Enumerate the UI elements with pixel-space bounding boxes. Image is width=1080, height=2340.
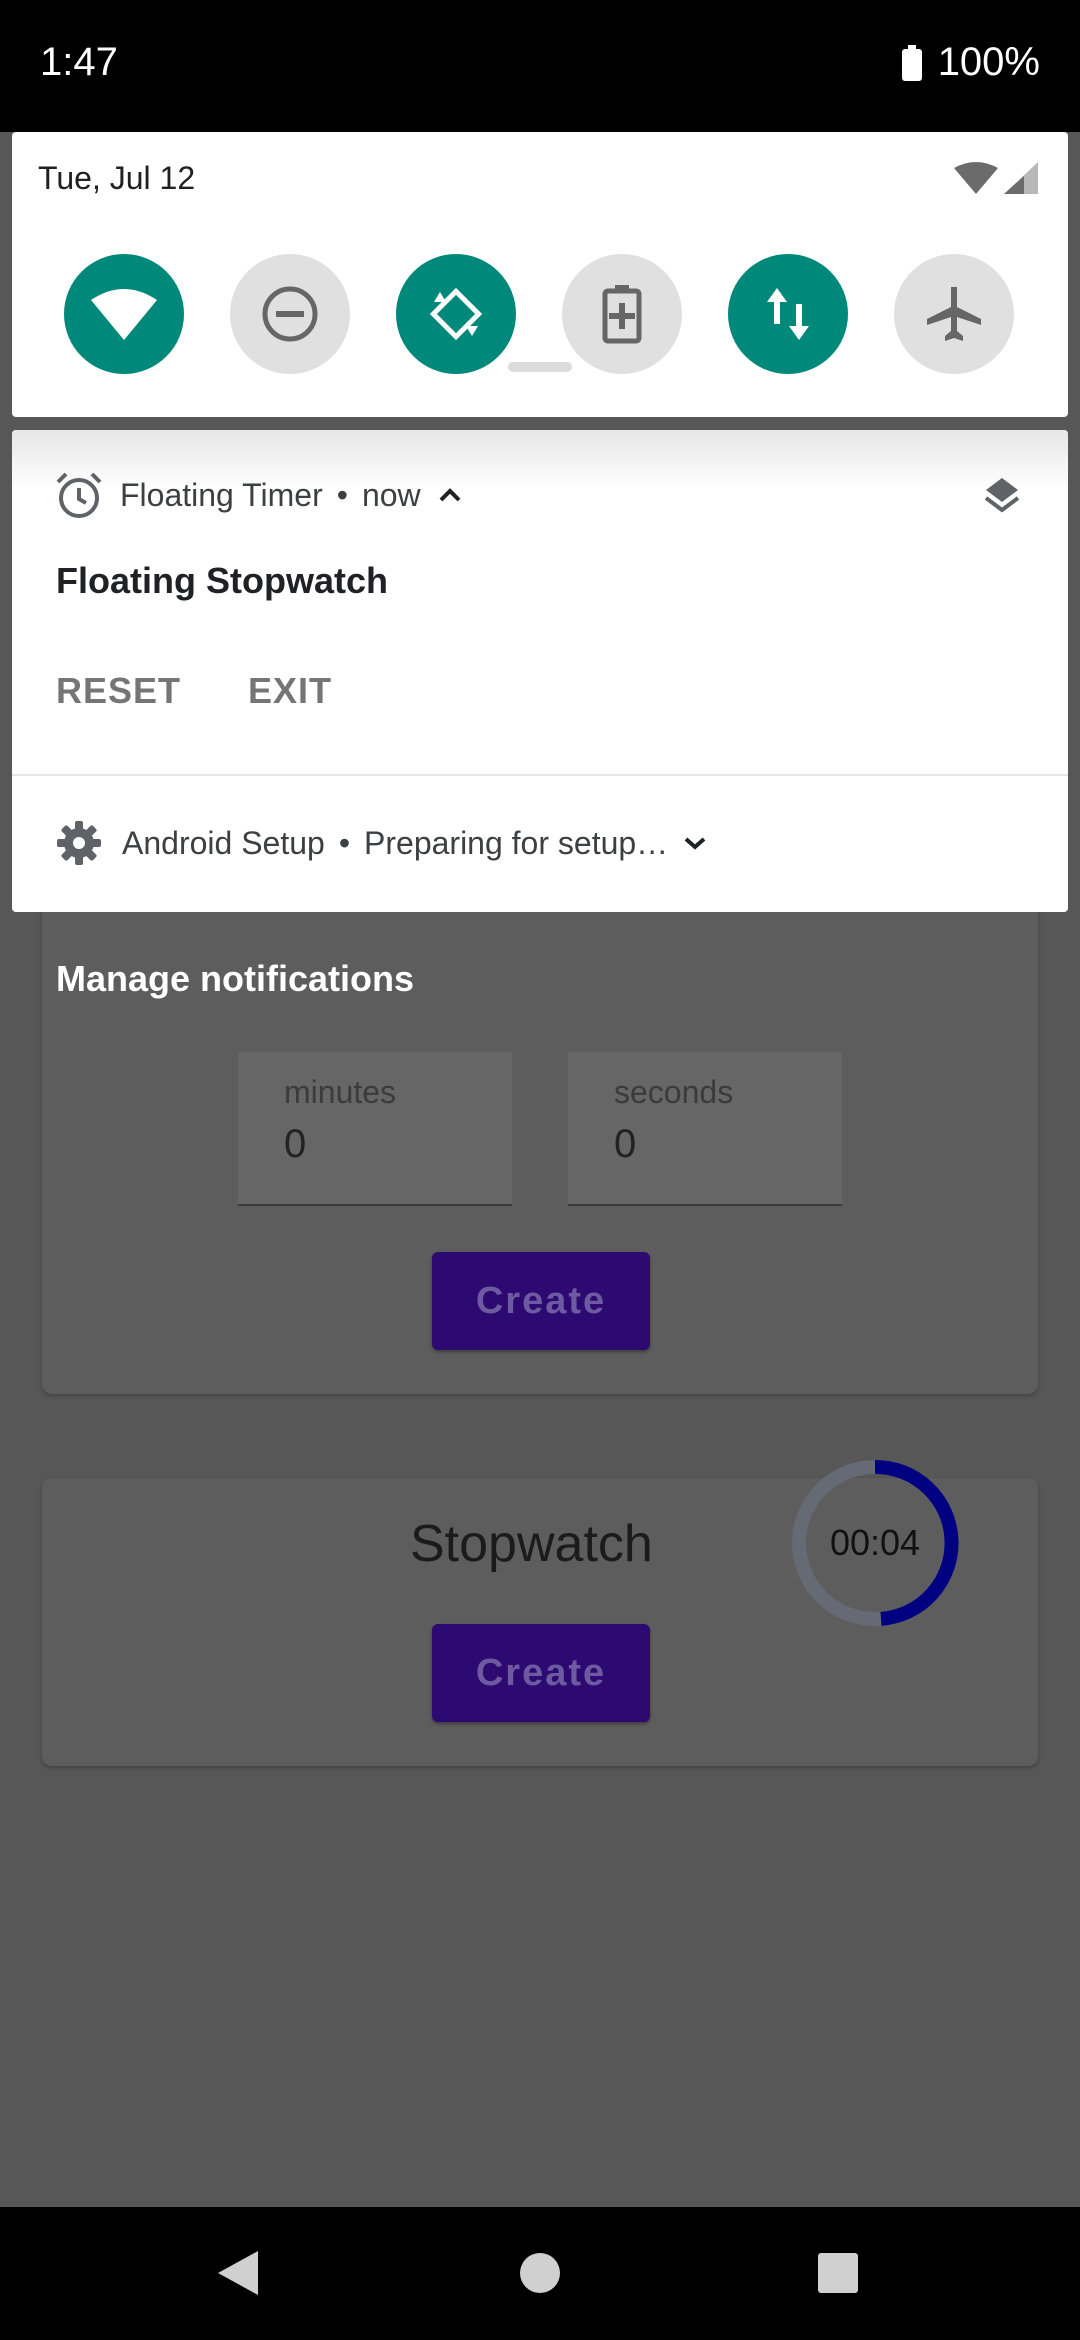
battery-saver-tile[interactable] — [562, 254, 682, 374]
home-button[interactable] — [510, 2243, 570, 2303]
alarm-clock-icon — [56, 472, 102, 518]
timer-notification-title: Floating Stopwatch — [56, 560, 388, 601]
stopwatch-create-button[interactable]: Create — [432, 1624, 650, 1722]
battery-icon — [901, 44, 922, 81]
setup-app-name: Android Setup — [122, 824, 325, 861]
qs-drag-handle[interactable] — [508, 362, 572, 372]
timer-card: minutes 0 seconds 0 Create — [42, 832, 1038, 1394]
quick-settings-panel: Tue, Jul 12 — [12, 132, 1068, 417]
gear-icon — [57, 821, 101, 865]
home-icon — [520, 2253, 560, 2293]
timer-create-button[interactable]: Create — [432, 1252, 650, 1350]
back-icon — [218, 2251, 258, 2295]
auto-rotate-icon — [429, 287, 483, 341]
dnd-tile[interactable] — [230, 254, 350, 374]
status-time: 1:47 — [40, 40, 118, 84]
stopwatch-title: Stopwatch — [410, 1515, 653, 1573]
quick-settings-tiles — [12, 254, 1068, 376]
minutes-label: minutes — [284, 1074, 397, 1110]
setup-notification-text: Preparing for setup… — [364, 824, 669, 861]
timer-notification-header[interactable]: Floating Timer • now — [54, 470, 465, 520]
battery-saver-icon — [602, 285, 642, 344]
wifi-signal-icon — [954, 162, 1038, 194]
seconds-value: 0 — [614, 1122, 637, 1166]
setup-notification[interactable]: Android Setup • Preparing for setup… — [56, 820, 708, 866]
recents-button[interactable] — [808, 2243, 868, 2303]
status-bar: 1:47 100% — [0, 0, 1080, 132]
navigation-bar — [0, 2207, 1080, 2340]
notification-card: Floating Timer • now Floating Stopwatch … — [12, 430, 1068, 912]
chevron-down-icon[interactable] — [682, 834, 708, 852]
manage-notifications-button[interactable]: Manage notifications — [56, 958, 414, 1000]
layers-icon[interactable] — [982, 474, 1022, 514]
wifi-tile[interactable] — [64, 254, 184, 374]
data-transfer-icon — [767, 288, 809, 340]
signal-icons — [954, 162, 1040, 203]
status-right: 100% — [901, 40, 1040, 85]
stopwatch-card: Stopwatch 00:04 Create — [42, 1459, 1038, 1766]
seconds-field[interactable]: seconds 0 — [568, 1052, 842, 1206]
auto-rotate-tile[interactable] — [396, 254, 516, 374]
minutes-value: 0 — [284, 1122, 307, 1166]
exit-action-button[interactable]: EXIT — [248, 670, 332, 712]
battery-percent: 100% — [937, 40, 1040, 84]
recents-icon — [818, 2253, 858, 2293]
airplane-icon — [927, 287, 981, 341]
minutes-field[interactable]: minutes 0 — [238, 1052, 512, 1206]
notification-divider — [12, 774, 1068, 776]
timer-app-name: Floating Timer — [120, 476, 323, 513]
qs-date[interactable]: Tue, Jul 12 — [38, 160, 195, 197]
airplane-mode-tile[interactable] — [894, 254, 1014, 374]
chevron-up-icon[interactable] — [435, 485, 465, 505]
wifi-icon — [91, 289, 157, 340]
reset-action-button[interactable]: RESET — [56, 670, 181, 712]
do-not-disturb-icon — [262, 286, 318, 342]
seconds-label: seconds — [614, 1074, 734, 1110]
timer-notification-time: now — [361, 476, 421, 513]
back-button[interactable] — [208, 2243, 268, 2303]
stopwatch-elapsed: 00:04 — [829, 1522, 921, 1563]
mobile-data-tile[interactable] — [728, 254, 848, 374]
